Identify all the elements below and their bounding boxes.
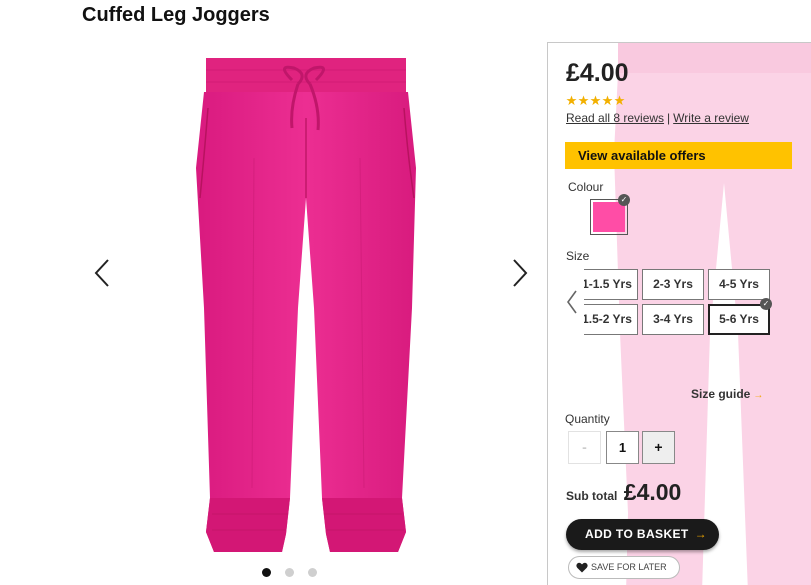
quantity-increase-button[interactable]: +	[642, 431, 675, 464]
write-review-link[interactable]: Write a review	[673, 111, 749, 125]
quantity-label: Quantity	[565, 412, 610, 426]
add-to-basket-label: ADD TO BASKET	[585, 527, 689, 541]
add-to-basket-button[interactable]: ADD TO BASKET →	[566, 519, 719, 550]
star-icon	[578, 95, 589, 106]
purchase-panel: £4.00 Read all 8 reviews | Write a review …	[547, 42, 811, 585]
size-prev-icon[interactable]	[564, 289, 580, 315]
chevron-right-icon: →	[694, 527, 708, 541]
size-guide-label: Size guide	[691, 387, 751, 401]
product-image	[196, 58, 416, 552]
colour-swatch-fill	[593, 202, 625, 232]
review-separator: |	[667, 111, 671, 125]
product-price: £4.00	[566, 59, 629, 87]
star-icon	[566, 95, 577, 106]
gallery-dots	[262, 568, 317, 577]
rating-stars	[566, 95, 625, 106]
subtotal: Sub total £4.00	[566, 479, 681, 506]
save-for-later-button[interactable]: SAVE FOR LATER	[568, 556, 680, 579]
quantity-input[interactable]	[606, 431, 639, 464]
size-option[interactable]: 1-1.5 Yrs	[584, 269, 638, 300]
gallery-next-icon[interactable]	[504, 258, 534, 288]
star-icon	[590, 95, 601, 106]
size-option-selected[interactable]: 5-6 Yrs	[708, 304, 770, 335]
size-option[interactable]: 1.5-2 Yrs	[584, 304, 638, 335]
gallery-dot-2[interactable]	[285, 568, 294, 577]
gallery-dot-3[interactable]	[308, 568, 317, 577]
subtotal-value: £4.00	[623, 479, 682, 505]
size-option[interactable]: 3-4 Yrs	[642, 304, 704, 335]
review-links: Read all 8 reviews | Write a review	[566, 111, 749, 125]
gallery-dot-1[interactable]	[262, 568, 271, 577]
size-options: 1-1.5 Yrs 2-3 Yrs 4-5 Yrs 1.5-2 Yrs 3-4 …	[584, 269, 776, 337]
product-gallery	[80, 40, 540, 585]
quantity-decrease-button[interactable]: -	[568, 431, 601, 464]
read-reviews-link[interactable]: Read all 8 reviews	[566, 111, 664, 125]
check-icon: ✓	[760, 298, 772, 310]
size-label: Size	[566, 249, 590, 263]
size-guide-link[interactable]: Size guide →	[691, 387, 763, 401]
subtotal-label: Sub total	[566, 489, 618, 503]
check-icon: ✓	[618, 194, 630, 206]
star-icon	[614, 95, 625, 106]
gallery-prev-icon[interactable]	[88, 258, 118, 288]
size-option[interactable]: 4-5 Yrs	[708, 269, 770, 300]
view-offers-button[interactable]: View available offers	[565, 142, 792, 169]
size-option[interactable]: 2-3 Yrs	[642, 269, 704, 300]
page-title: Cuffed Leg Joggers	[82, 4, 270, 26]
star-icon	[602, 95, 613, 106]
save-for-later-label: SAVE FOR LATER	[591, 562, 667, 572]
colour-label: Colour	[568, 180, 604, 194]
chevron-right-icon: →	[753, 390, 764, 401]
heart-icon	[576, 562, 588, 573]
